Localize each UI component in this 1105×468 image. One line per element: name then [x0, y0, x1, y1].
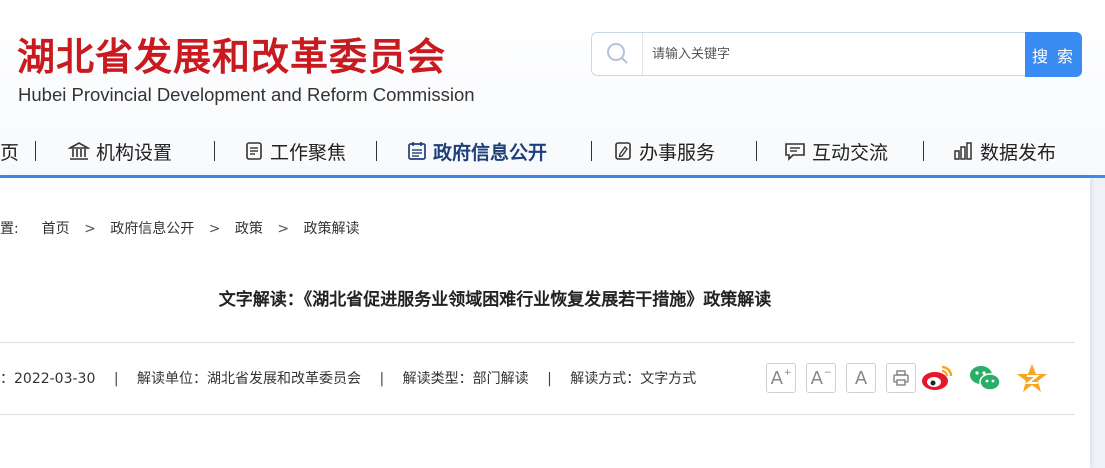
- nav-item-label: 办事服务: [639, 141, 716, 164]
- nav-item-label: 工作聚焦: [270, 141, 347, 164]
- font-smaller-button[interactable]: A −: [806, 363, 836, 393]
- site-title[interactable]: 湖北省发展和改革委员会: [17, 26, 446, 81]
- nav-divider: [591, 141, 592, 161]
- breadcrumb-separator: >: [84, 221, 96, 237]
- meta-separator: |: [113, 371, 119, 387]
- font-default-button[interactable]: A: [846, 363, 876, 393]
- site-subtitle: Hubei Provincial Development and Reform …: [18, 84, 475, 105]
- nav-item-interaction[interactable]: 互动交流: [784, 136, 888, 166]
- bar-chart-icon: [954, 142, 972, 160]
- nav-item-label: 政府信息公开: [433, 141, 548, 164]
- meta-separator: |: [379, 371, 385, 387]
- article-title: 文字解读：《湖北省促进服务业领域困难行业恢复发展若干措施》政策解读: [218, 290, 772, 310]
- nav-item-home[interactable]: 页: [0, 136, 19, 166]
- divider: [0, 342, 1075, 343]
- breadcrumb-separator: >: [277, 221, 290, 237]
- print-button[interactable]: [886, 363, 916, 393]
- print-icon: [893, 370, 909, 386]
- calendar-list-icon: [408, 142, 426, 160]
- nav-divider: [35, 141, 36, 161]
- nav-divider: [376, 141, 377, 161]
- chat-icon: [785, 143, 805, 161]
- nav-item-label: 互动交流: [812, 141, 889, 164]
- breadcrumb-prefix: 置:: [0, 221, 19, 237]
- search-box: [591, 32, 1030, 76]
- nav-divider: [756, 141, 757, 161]
- breadcrumb-policy-interpretation[interactable]: 政策解读: [304, 218, 360, 238]
- bank-icon: [68, 142, 90, 160]
- qzone-share-icon[interactable]: [1015, 362, 1049, 394]
- search-button[interactable]: 搜 索: [1025, 32, 1082, 77]
- nav-item-label: 机构设置: [96, 141, 173, 164]
- edit-icon: [615, 142, 631, 160]
- article-meta: ：2022-03-30 | 解读单位：湖北省发展和改革委员会 | 解读类型：部门…: [0, 368, 696, 388]
- nav-divider: [923, 141, 924, 161]
- nav-divider: [214, 141, 215, 161]
- search-input[interactable]: [644, 33, 1030, 75]
- publish-date: ：2022-03-30: [0, 371, 96, 387]
- search-icon[interactable]: [592, 33, 643, 75]
- nav-item-data-release[interactable]: 数据发布: [952, 136, 1056, 166]
- main-nav: 页 机构设置 工作聚焦 政府信息公开 办事服务 互动交流 数据发布: [0, 124, 1105, 176]
- nav-item-services[interactable]: 办事服务: [613, 136, 715, 166]
- nav-item-work-focus[interactable]: 工作聚焦: [244, 136, 346, 166]
- font-larger-button[interactable]: A +: [766, 363, 796, 393]
- nav-item-organization[interactable]: 机构设置: [68, 136, 172, 166]
- breadcrumb-gov-info[interactable]: 政府信息公开: [110, 218, 194, 238]
- interpretation-type: 解读类型：部门解读: [402, 371, 529, 387]
- breadcrumb: 置: 首页 > 政府信息公开 > 政策 > 政策解读: [0, 218, 360, 238]
- nav-item-gov-info[interactable]: 政府信息公开: [407, 136, 547, 166]
- interpretation-method: 解读方式：文字方式: [570, 371, 697, 387]
- breadcrumb-policy[interactable]: 政策: [235, 218, 263, 238]
- wechat-share-icon[interactable]: [968, 362, 1002, 394]
- weibo-share-icon[interactable]: [920, 362, 954, 394]
- document-icon: [246, 142, 262, 160]
- meta-separator: |: [547, 371, 552, 387]
- breadcrumb-separator: >: [208, 221, 221, 237]
- breadcrumb-home[interactable]: 首页: [42, 218, 70, 238]
- article-panel: 置: 首页 > 政府信息公开 > 政策 > 政策解读 文字解读：《湖北省促进服务…: [0, 178, 1090, 468]
- interpretation-unit: 解读单位：湖北省发展和改革委员会: [137, 371, 361, 387]
- divider: [0, 414, 1075, 415]
- nav-item-label: 数据发布: [980, 141, 1057, 164]
